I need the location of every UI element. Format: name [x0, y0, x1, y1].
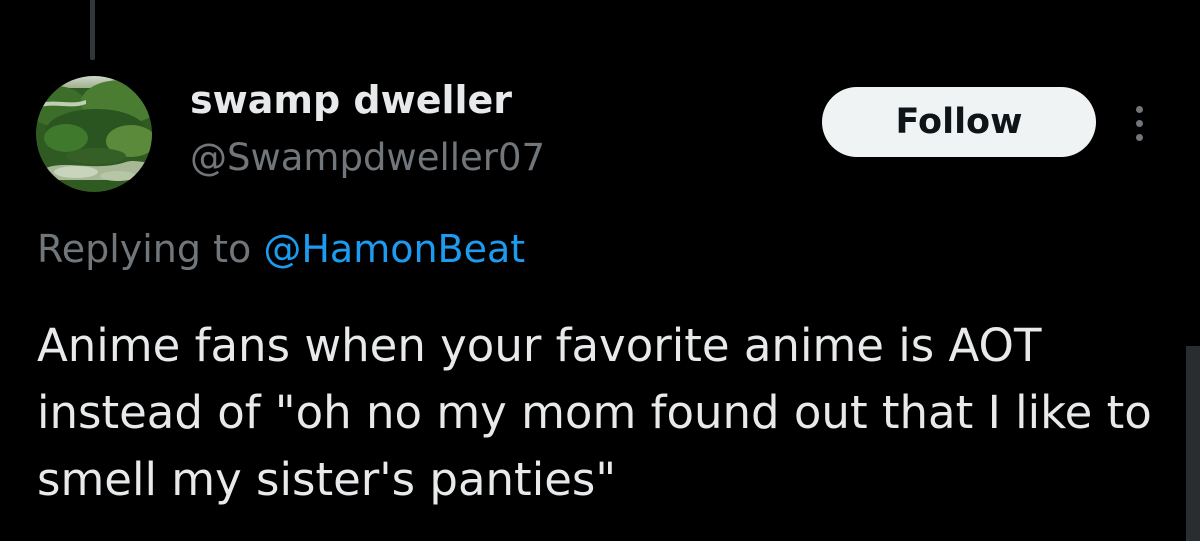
- thread-connector-line: [90, 0, 95, 60]
- more-options-icon[interactable]: [1124, 98, 1154, 148]
- tweet-text: Anime fans when your favorite anime is A…: [37, 319, 1152, 506]
- follow-button[interactable]: Follow: [822, 87, 1096, 157]
- scrollbar[interactable]: [1186, 346, 1200, 541]
- replying-prefix: Replying to: [37, 227, 252, 271]
- replying-to-handle-link[interactable]: @HamonBeat: [263, 227, 525, 271]
- display-name[interactable]: swamp dweller: [190, 78, 512, 122]
- previous-tweet-action-bar-fragment: [0, 0, 1200, 10]
- more-dot: [1135, 119, 1143, 127]
- avatar[interactable]: [36, 76, 152, 192]
- more-dot: [1135, 105, 1143, 113]
- user-handle[interactable]: @Swampdweller07: [190, 136, 545, 179]
- avatar-image: [36, 76, 152, 192]
- replying-to-line: Replying to @HamonBeat: [37, 227, 525, 271]
- more-dot: [1135, 133, 1143, 141]
